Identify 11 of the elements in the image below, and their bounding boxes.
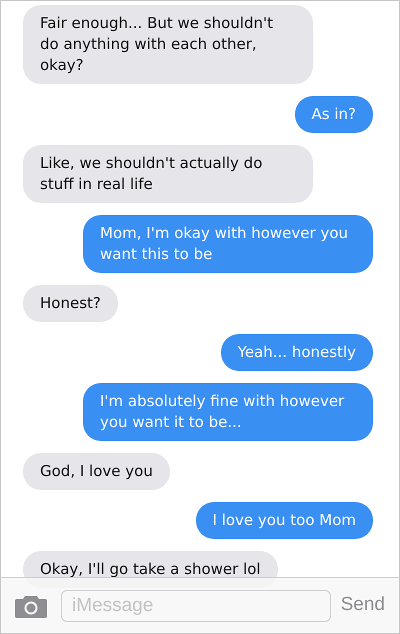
camera-icon[interactable]: [15, 594, 47, 618]
sent-message-bubble: Mom, I'm okay with however you want this to be: [83, 215, 373, 273]
received-message-bubble: God, I love you: [23, 453, 170, 490]
received-message-bubble: Like, we shouldn't actually do stuff in real life: [23, 145, 313, 203]
received-message-bubble: Honest?: [23, 285, 118, 322]
sent-message-bubble: As in?: [294, 96, 373, 133]
sent-message-bubble: I'm absolutely fine with however you want it to be...: [83, 383, 373, 441]
send-button[interactable]: Send: [340, 591, 385, 620]
received-message-bubble: Fair enough... But we shouldn't do anything with each other, okay?: [23, 5, 313, 84]
sent-message-bubble: I love you too Mom: [196, 502, 373, 539]
sent-message-bubble: Yeah... honestly: [220, 334, 373, 371]
